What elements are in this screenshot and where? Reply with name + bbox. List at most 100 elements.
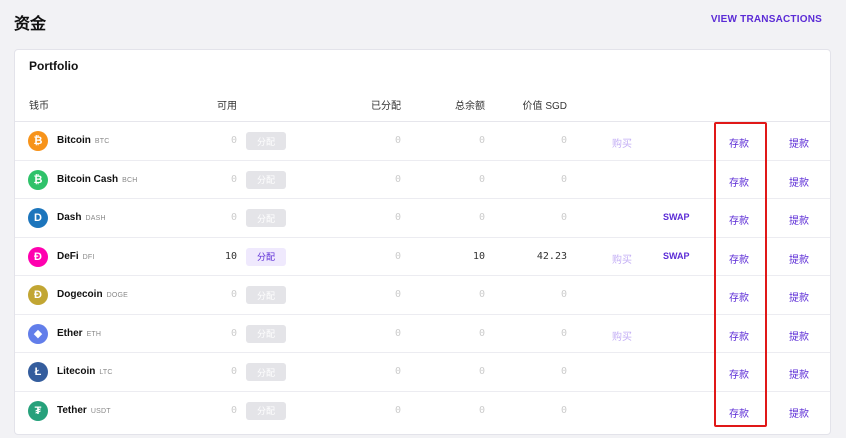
allocate-button[interactable]: 分配 — [246, 132, 286, 150]
available-amount: 0 — [230, 404, 237, 416]
coin-name: Bitcoin Cash BCH — [57, 174, 138, 185]
buy-link[interactable]: 购买 — [612, 251, 632, 266]
coin-name: Bitcoin BTC — [57, 135, 110, 146]
coin-symbol: LTC — [99, 369, 113, 376]
value-sgd: 42.23 — [536, 250, 567, 262]
bitcoin-icon: ₿ — [28, 131, 48, 151]
coin-name: Ether ETH — [57, 328, 101, 339]
coin-name-text: Bitcoin Cash — [57, 173, 119, 185]
table-row: ₮ Tether USDT 0 分配 0 0 0 存款 提款 — [15, 392, 830, 431]
allocated-amount: 0 — [394, 366, 401, 377]
value-sgd: 0 — [560, 212, 567, 223]
coin-symbol: BTC — [94, 138, 110, 145]
total-balance: 0 — [478, 366, 485, 377]
coin-name-text: Dogecoin — [57, 289, 103, 300]
value-sgd: 0 — [560, 135, 567, 146]
allocated-amount: 0 — [394, 212, 401, 223]
allocated-amount: 0 — [394, 173, 401, 185]
coin-name: Dogecoin DOGE — [57, 289, 128, 300]
value-sgd: 0 — [560, 366, 567, 377]
allocate-button[interactable]: 分配 — [246, 401, 286, 420]
coin-name-text: Ether — [57, 327, 83, 339]
withdraw-link[interactable]: 提款 — [789, 212, 809, 227]
header-total: 总余额 — [455, 101, 485, 112]
allocate-button[interactable]: 分配 — [246, 363, 286, 381]
header-available: 可用 — [217, 101, 237, 112]
coin-symbol: DOGE — [106, 292, 128, 299]
withdraw-link[interactable]: 提款 — [789, 174, 809, 189]
coin-symbol: ETH — [86, 330, 102, 338]
total-balance: 0 — [478, 173, 485, 185]
dogecoin-icon: Ð — [28, 285, 48, 305]
allocated-amount: 0 — [394, 404, 401, 416]
portfolio-card: Portfolio 钱币 可用 已分配 总余额 价值 SGD ₿ Bitcoin B… — [14, 49, 831, 435]
allocated-amount: 0 — [394, 135, 401, 146]
value-sgd: 0 — [560, 289, 567, 300]
allocate-button[interactable]: 分配 — [246, 170, 286, 189]
coin-symbol: BCH — [122, 176, 138, 184]
tether-icon: ₮ — [28, 400, 48, 421]
allocated-amount: 0 — [394, 250, 401, 262]
value-sgd: 0 — [560, 173, 567, 185]
total-balance: 0 — [478, 135, 485, 146]
coin-name-text: Litecoin — [57, 366, 96, 377]
deposit-link[interactable]: 存款 — [729, 328, 749, 343]
coin-name-text: Bitcoin — [57, 135, 91, 146]
available-amount: 0 — [230, 135, 237, 146]
buy-link[interactable]: 购买 — [612, 328, 632, 343]
bitcoin-cash-icon: ₿ — [28, 169, 48, 190]
buy-link[interactable]: 购买 — [612, 135, 632, 150]
coin-symbol: USDT — [90, 407, 111, 415]
deposit-link[interactable]: 存款 — [729, 251, 749, 266]
withdraw-link[interactable]: 提款 — [789, 135, 809, 150]
coin-name-text: DeFi — [57, 250, 79, 262]
coin-name: Tether USDT — [57, 405, 111, 416]
table-row: Ð Dogecoin DOGE 0 分配 0 0 0 存款 提款 — [15, 276, 830, 315]
value-sgd: 0 — [560, 404, 567, 416]
swap-link[interactable]: SWAP — [663, 251, 690, 261]
withdraw-link[interactable]: 提款 — [789, 289, 809, 304]
allocated-amount: 0 — [394, 289, 401, 300]
deposit-link[interactable]: 存款 — [729, 174, 749, 189]
available-amount: 10 — [224, 250, 237, 262]
coin-name: Litecoin LTC — [57, 366, 113, 377]
withdraw-link[interactable]: 提款 — [789, 366, 809, 381]
defi-icon: Ð — [28, 246, 48, 267]
total-balance: 0 — [478, 404, 485, 416]
allocate-button[interactable]: 分配 — [246, 324, 286, 343]
swap-link[interactable]: SWAP — [663, 212, 690, 222]
view-transactions-link[interactable]: VIEW TRANSACTIONS — [711, 14, 822, 25]
portfolio-title: Portfolio — [29, 59, 79, 73]
available-amount: 0 — [230, 173, 237, 185]
deposit-link[interactable]: 存款 — [729, 405, 749, 420]
coin-name: DeFi DFI — [57, 251, 95, 262]
total-balance: 0 — [478, 327, 485, 339]
table-row: ₿ Bitcoin BTC 0 分配 0 0 0 购买 存款 提款 — [15, 122, 830, 161]
withdraw-link[interactable]: 提款 — [789, 328, 809, 343]
deposit-link[interactable]: 存款 — [729, 212, 749, 227]
table-row: ◆ Ether ETH 0 分配 0 0 0 购买 存款 提款 — [15, 315, 830, 353]
total-balance: 0 — [478, 289, 485, 300]
page-title: 资金 — [14, 16, 47, 33]
allocate-button[interactable]: 分配 — [246, 247, 286, 266]
coin-symbol: DFI — [82, 253, 95, 261]
coin-name-text: Dash — [57, 212, 82, 223]
deposit-link[interactable]: 存款 — [729, 135, 749, 150]
dash-icon: D — [28, 208, 48, 228]
allocate-button[interactable]: 分配 — [246, 209, 286, 227]
total-balance: 10 — [472, 250, 485, 262]
deposit-link[interactable]: 存款 — [729, 289, 749, 304]
table-row: D Dash DASH 0 分配 0 0 0 SWAP 存款 提款 — [15, 199, 830, 238]
table-row: ₿ Bitcoin Cash BCH 0 分配 0 0 0 存款 提款 — [15, 161, 830, 199]
header-value: 价值 SGD — [522, 101, 567, 112]
deposit-link[interactable]: 存款 — [729, 366, 749, 381]
coin-symbol: DASH — [85, 215, 106, 222]
available-amount: 0 — [230, 212, 237, 223]
withdraw-link[interactable]: 提款 — [789, 405, 809, 420]
value-sgd: 0 — [560, 327, 567, 339]
withdraw-link[interactable]: 提款 — [789, 251, 809, 266]
table-row: Ð DeFi DFI 10 分配 0 10 42.23 购买 SWAP 存款 提款 — [15, 238, 830, 276]
allocate-button[interactable]: 分配 — [246, 286, 286, 304]
coin-name-text: Tether — [57, 404, 87, 416]
header-allocated: 已分配 — [371, 101, 401, 112]
